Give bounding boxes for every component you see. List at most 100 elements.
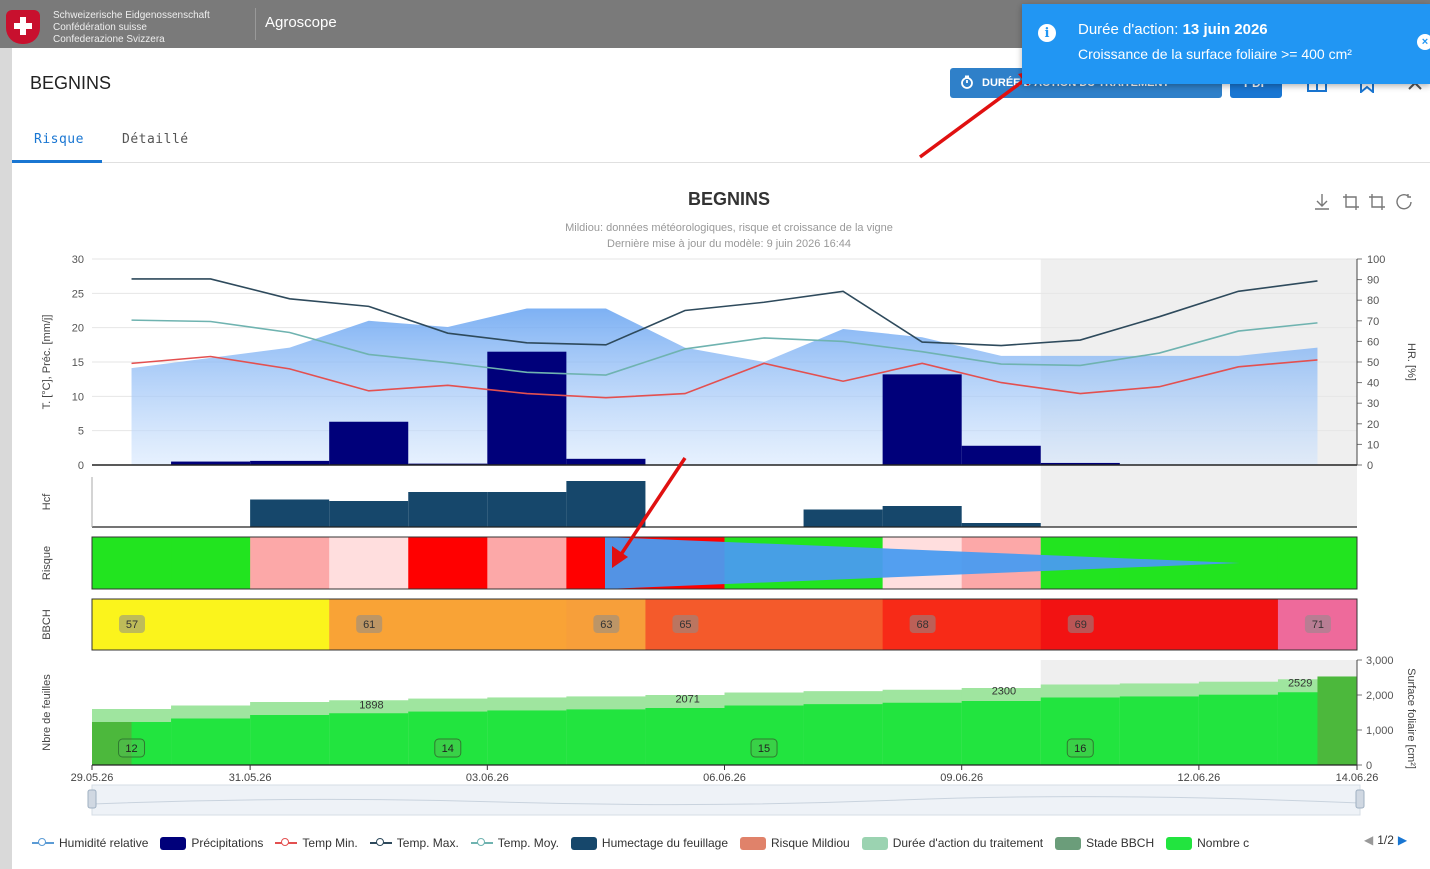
y-tick-left: 15: [72, 357, 84, 369]
legend-page: 1/2: [1377, 833, 1394, 847]
legend-label: Risque Mildiou: [771, 836, 850, 850]
legend-swatch: [369, 838, 392, 846]
y-tick-right: 60: [1367, 336, 1379, 348]
humectage-bar: [329, 501, 409, 527]
legend-item[interactable]: Humidité relative: [32, 836, 148, 850]
bbch-badge-label: 65: [679, 619, 691, 631]
humectage-bar: [882, 506, 962, 527]
legend-swatch: [160, 836, 187, 850]
toast-date: 13 juin 2026: [1182, 21, 1268, 38]
legend-item[interactable]: Temp. Max.: [369, 836, 459, 850]
legend-item[interactable]: Précipitations: [160, 836, 263, 850]
legend-swatch: [470, 838, 493, 846]
crop-icon[interactable]: [1343, 194, 1359, 210]
y-tick-right: 50: [1367, 357, 1379, 369]
risque-cell: [1277, 537, 1358, 589]
bbch-stage: [882, 599, 1042, 650]
legend-label: Temp Min.: [302, 836, 358, 850]
leaf-area-fill: [487, 710, 567, 765]
precipitation-bar: [961, 445, 1041, 465]
y-tick-left: 30: [72, 254, 84, 266]
risque-cell: [329, 537, 409, 589]
bbch-badge-label: 61: [363, 619, 375, 631]
legend-next-icon[interactable]: ▶: [1398, 833, 1407, 847]
legend-swatch: [275, 838, 298, 846]
x-tick-label: 03.06.26: [466, 772, 509, 784]
y-tick-right: 70: [1367, 316, 1379, 328]
legend-prev-icon[interactable]: ◀: [1364, 833, 1373, 847]
y-tick-right: 30: [1367, 398, 1379, 410]
leaf-area-fill: [1119, 696, 1200, 765]
leaf-edge-right: [1317, 676, 1357, 765]
zoom-handle-left[interactable]: [87, 789, 97, 809]
risque-cell: [487, 537, 567, 589]
legend-item[interactable]: Risque Mildiou: [740, 836, 850, 850]
humectage-bar: [803, 509, 883, 527]
risque-cell: [408, 537, 488, 589]
leaf-count-label: 15: [758, 743, 770, 755]
legend-item[interactable]: Nombre c: [1166, 836, 1249, 850]
legend-item[interactable]: Temp Min.: [275, 836, 358, 850]
y5-tick-right: 2,000: [1366, 690, 1394, 702]
toast-line-1-prefix: Durée d'action:: [1078, 21, 1183, 38]
surface-value-label: 1898: [359, 700, 383, 712]
y-tick-left: 25: [72, 288, 84, 300]
leaf-area-fill: [566, 709, 646, 765]
legend-item[interactable]: Temp. Moy.: [470, 836, 559, 850]
risque-label: Risque: [41, 546, 53, 580]
y-tick-left: 0: [78, 460, 84, 472]
hcf-label: Hcf: [41, 493, 53, 510]
legend-swatch: [861, 836, 888, 850]
precipitation-bar: [329, 421, 409, 465]
leaf-area-fill: [882, 702, 963, 765]
leaf-area-fill: [803, 704, 884, 765]
leaf-area-fill: [250, 715, 330, 765]
y-tick-right: 100: [1367, 254, 1385, 266]
crop-reset-icon[interactable]: [1369, 194, 1385, 210]
bbch-badge-label: 71: [1312, 619, 1324, 631]
refresh-icon[interactable]: [1396, 194, 1412, 210]
precipitation-bar: [566, 458, 646, 465]
x-tick-label: 29.05.26: [71, 772, 114, 784]
y-tick-right: 80: [1367, 295, 1379, 307]
x-tick-label: 09.06.26: [940, 772, 983, 784]
bbch-badge-label: 69: [1075, 619, 1087, 631]
legend-item[interactable]: Humectage du feuillage: [570, 836, 729, 850]
info-toast: i Durée d'action: 13 juin 2026 Croissanc…: [1022, 4, 1430, 84]
y-tick-right: 20: [1367, 419, 1379, 431]
chart-subtitle: Mildiou: données météorologiques, risque…: [565, 222, 893, 234]
surface-value-label: 2071: [675, 694, 699, 706]
bbch-badge-label: 57: [126, 619, 138, 631]
legend-item[interactable]: Stade BBCH: [1055, 836, 1154, 850]
leaf-count-axis-label: Nbre de feuilles: [41, 674, 53, 751]
leaf-area-fill: [645, 708, 725, 765]
surface-value-label: 2300: [992, 686, 1016, 698]
toast-line-2: Croissance de la surface foliaire >= 400…: [1078, 46, 1352, 62]
y-tick-right: 0: [1367, 460, 1373, 472]
bbch-label: BBCH: [41, 609, 53, 640]
legend-label: Temp. Max.: [396, 836, 459, 850]
plot-area: 57 61 63 65 68 69 71 1898 2071 2300 2529 12 14 15 16: [92, 258, 1358, 765]
legend-item[interactable]: Durée d'action du traitement: [861, 836, 1043, 850]
surface-axis-label: Surface foliaire [cm²]: [1405, 668, 1417, 769]
y-tick-right: 10: [1367, 439, 1379, 451]
y-axis-label-left: T. [°C], Préc. [mm/j]: [41, 315, 53, 410]
leaf-count-label: 14: [442, 743, 454, 755]
x-tick-label: 31.05.26: [229, 772, 272, 784]
legend-swatch: [570, 836, 597, 850]
y-tick-left: 20: [72, 323, 84, 335]
surface-value-label: 2529: [1288, 677, 1312, 689]
humectage-bar: [566, 481, 646, 527]
legend-label: Humidité relative: [59, 836, 149, 850]
mildiou-chart: BEGNINS Mildiou: données météorologiques…: [41, 69, 1417, 816]
y5-tick-right: 3,000: [1366, 655, 1394, 667]
risque-cell: [250, 537, 330, 589]
legend-label: Humectage du feuillage: [601, 836, 729, 850]
y5-tick-right: 0: [1366, 760, 1372, 772]
bbch-badge-label: 68: [917, 619, 929, 631]
zoom-handle-right[interactable]: [1355, 789, 1365, 809]
toast-close-icon[interactable]: ×: [1417, 34, 1430, 50]
y-axis-label-right: HR. [%]: [1405, 343, 1417, 381]
zoom-slider[interactable]: [87, 784, 1365, 816]
download-icon[interactable]: [1315, 194, 1329, 210]
